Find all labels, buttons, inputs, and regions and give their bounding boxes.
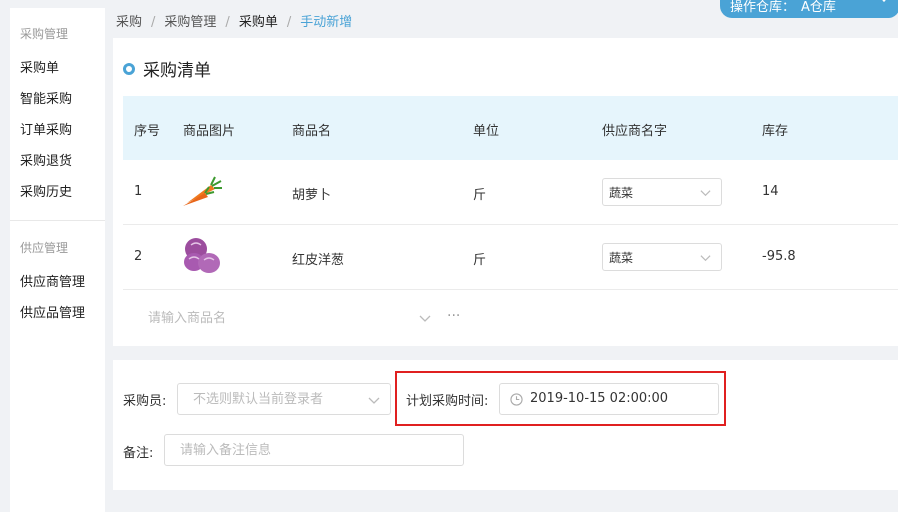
- row-name: 红皮洋葱: [292, 253, 345, 268]
- sidebar-item-purchase-order[interactable]: 采购单: [20, 57, 59, 76]
- sidebar-item-supply-product-management[interactable]: 供应品管理: [20, 302, 85, 321]
- supplier-select[interactable]: 蔬菜: [602, 243, 722, 271]
- add-product-row: ···: [123, 290, 898, 346]
- supplier-select[interactable]: 蔬菜: [602, 178, 722, 206]
- chevron-down-icon: [700, 190, 711, 197]
- remark-label: 备注:: [123, 446, 154, 461]
- row-unit: 斤: [473, 188, 487, 203]
- buyer-label: 采购员:: [123, 394, 167, 409]
- supplier-select-value: 蔬菜: [609, 186, 634, 200]
- header-index: 序号: [134, 124, 161, 139]
- remark-input[interactable]: [164, 434, 464, 466]
- row-stock: 14: [762, 184, 779, 199]
- breadcrumb-item-purchase[interactable]: 采购: [116, 15, 142, 30]
- section-title-text: 采购清单: [143, 61, 211, 81]
- purchase-list-panel: 采购清单 序号 商品图片 商品名 单位 供应商名字 库存 1 胡萝卜 斤 蔬菜 …: [113, 38, 898, 346]
- product-name-input[interactable]: [123, 290, 443, 346]
- section-title: 采购清单: [123, 56, 211, 81]
- carrot-icon: [183, 176, 222, 206]
- plan-time-picker[interactable]: 2019-10-15 02:00:00: [499, 383, 719, 415]
- header-supplier: 供应商名字: [602, 124, 668, 139]
- chevron-down-icon: [700, 255, 711, 262]
- sidebar-item-smart-purchase[interactable]: 智能采购: [20, 88, 72, 107]
- table-row: 1 胡萝卜 斤 蔬菜 14: [123, 160, 898, 225]
- sidebar-group-purchase-title: 采购管理: [20, 27, 69, 41]
- row-unit: 斤: [473, 253, 487, 268]
- breadcrumb-item-purchase-management[interactable]: 采购管理: [164, 15, 216, 30]
- chevron-down-icon: [882, 0, 886, 3]
- more-icon[interactable]: ···: [447, 308, 460, 324]
- sidebar: 采购管理 采购单 智能采购 订单采购 采购退货 采购历史 供应管理 供应商管理 …: [10, 8, 105, 512]
- sidebar-group-supply-title: 供应管理: [20, 241, 69, 255]
- row-name: 胡萝卜: [292, 188, 332, 203]
- header-name: 商品名: [292, 124, 332, 139]
- row-index: 2: [134, 249, 143, 264]
- header-image: 商品图片: [183, 124, 236, 139]
- breadcrumb: 采购 / 采购管理 / 采购单 / 手动新增: [116, 11, 352, 30]
- header-stock: 库存: [762, 124, 789, 139]
- sidebar-item-order-purchase[interactable]: 订单采购: [20, 119, 72, 138]
- table-header: 序号 商品图片 商品名 单位 供应商名字 库存: [123, 96, 898, 160]
- table-row: 2 红皮洋葱 斤 蔬菜 -95.8: [123, 225, 898, 290]
- breadcrumb-separator: /: [225, 15, 230, 30]
- sidebar-divider: [10, 220, 105, 221]
- sidebar-item-purchase-history[interactable]: 采购历史: [20, 181, 72, 200]
- ring-icon: [123, 63, 135, 75]
- chevron-down-icon[interactable]: [419, 312, 431, 324]
- row-stock: -95.8: [762, 249, 796, 264]
- sidebar-item-purchase-return[interactable]: 采购退货: [20, 150, 72, 169]
- purchase-form-panel: 采购员: 计划采购时间: 2019-10-15 02:00:00 备注:: [113, 360, 898, 490]
- warehouse-value: A仓库: [801, 0, 836, 15]
- warehouse-selector[interactable]: 操作仓库： A仓库: [720, 0, 898, 18]
- plan-time-value: 2019-10-15 02:00:00: [530, 391, 669, 406]
- header-unit: 单位: [473, 124, 500, 139]
- breadcrumb-item-purchase-order[interactable]: 采购单: [239, 15, 278, 30]
- sidebar-item-supplier-management[interactable]: 供应商管理: [20, 271, 85, 290]
- breadcrumb-separator: /: [151, 15, 156, 30]
- breadcrumb-item-manual-add: 手动新增: [300, 15, 353, 30]
- onion-icon: [184, 238, 220, 273]
- plan-time-label: 计划采购时间:: [406, 394, 489, 409]
- supplier-select-value: 蔬菜: [609, 251, 634, 265]
- warehouse-label: 操作仓库：: [730, 0, 796, 15]
- clock-icon: [510, 393, 523, 406]
- chevron-down-icon: [368, 397, 380, 404]
- breadcrumb-separator: /: [286, 15, 292, 30]
- buyer-input[interactable]: [177, 383, 391, 415]
- row-index: 1: [134, 184, 143, 199]
